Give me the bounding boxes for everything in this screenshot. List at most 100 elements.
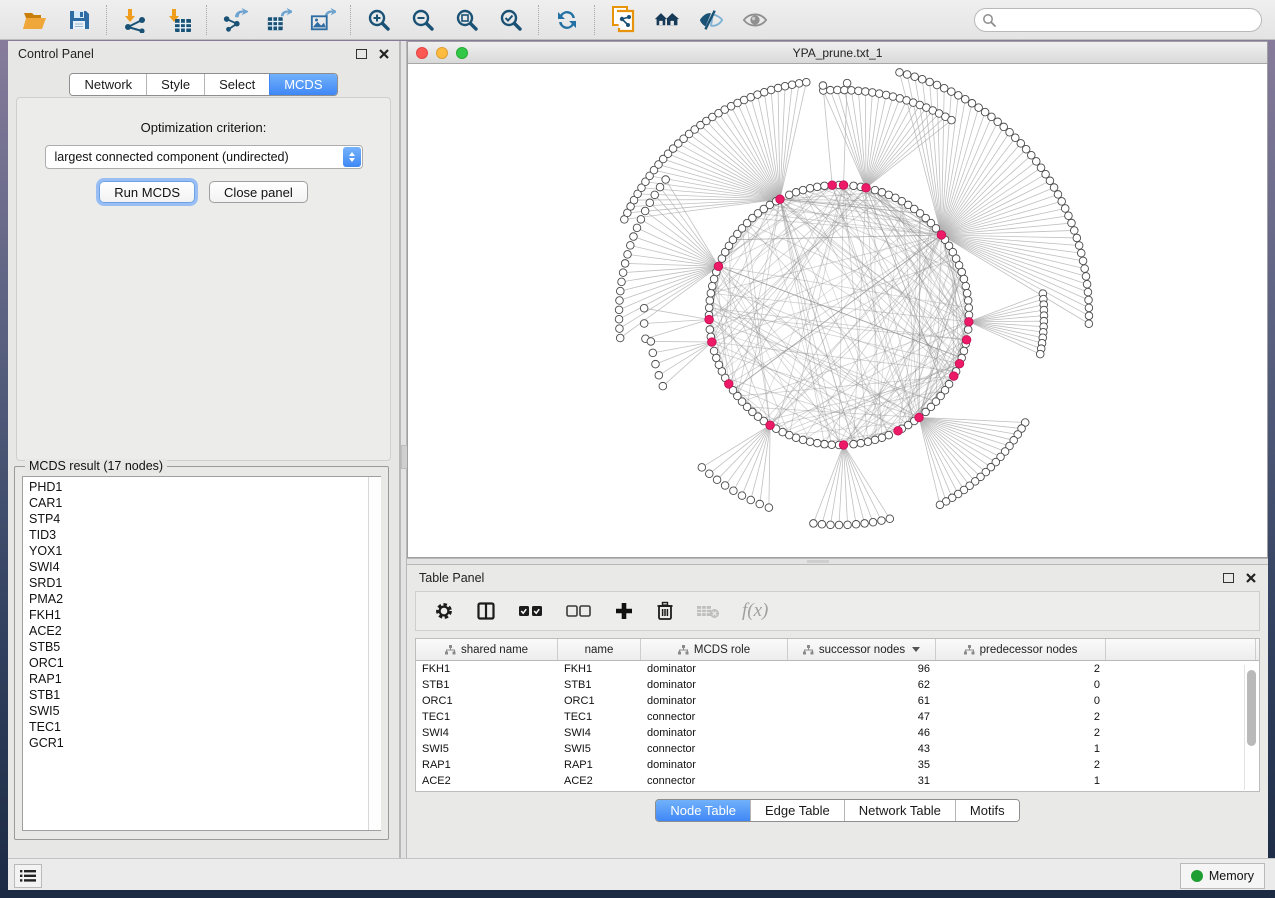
network-node[interactable] bbox=[747, 496, 755, 504]
network-node[interactable] bbox=[1050, 184, 1058, 192]
columns-icon[interactable] bbox=[476, 601, 496, 621]
network-node[interactable] bbox=[756, 500, 764, 508]
mcds-node[interactable] bbox=[949, 372, 958, 381]
network-node[interactable] bbox=[618, 278, 626, 286]
deselect-all-icon[interactable] bbox=[566, 604, 592, 618]
network-window-titlebar[interactable]: YPA_prune.txt_1 bbox=[408, 42, 1267, 64]
network-node[interactable] bbox=[1058, 198, 1066, 206]
network-node[interactable] bbox=[705, 470, 713, 478]
mcds-result-item[interactable]: SWI4 bbox=[29, 559, 380, 575]
run-mcds-button[interactable]: Run MCDS bbox=[99, 181, 195, 203]
network-node[interactable] bbox=[1085, 320, 1093, 328]
network-node[interactable] bbox=[821, 182, 829, 190]
network-node[interactable] bbox=[834, 86, 842, 94]
network-node[interactable] bbox=[806, 438, 814, 446]
network-node[interactable] bbox=[896, 69, 904, 77]
network-node[interactable] bbox=[706, 297, 714, 305]
network-node[interactable] bbox=[1085, 296, 1093, 304]
table-row[interactable]: FKH1FKH1dominator962 bbox=[416, 661, 1259, 677]
mcds-result-item[interactable]: STP4 bbox=[29, 511, 380, 527]
column-header-shared-name[interactable]: shared name bbox=[416, 639, 558, 660]
mcds-node[interactable] bbox=[915, 413, 924, 422]
network-node[interactable] bbox=[1073, 234, 1081, 242]
network-node[interactable] bbox=[655, 371, 663, 379]
table-row[interactable]: ACE2ACE2connector311 bbox=[416, 773, 1259, 789]
network-node[interactable] bbox=[627, 242, 635, 250]
network-node[interactable] bbox=[810, 520, 818, 528]
horizontal-splitter[interactable] bbox=[407, 558, 1268, 565]
mcds-result-item[interactable]: TID3 bbox=[29, 527, 380, 543]
network-node[interactable] bbox=[641, 207, 649, 215]
mcds-node[interactable] bbox=[766, 421, 775, 430]
network-node[interactable] bbox=[882, 91, 890, 99]
mcds-node[interactable] bbox=[955, 359, 964, 368]
network-node[interactable] bbox=[799, 436, 807, 444]
network-node[interactable] bbox=[647, 338, 655, 346]
network-node[interactable] bbox=[792, 188, 800, 196]
network-node[interactable] bbox=[624, 251, 632, 259]
network-node[interactable] bbox=[960, 347, 968, 355]
network-node[interactable] bbox=[861, 520, 869, 528]
column-header-empty[interactable] bbox=[1106, 639, 1256, 660]
mcds-node[interactable] bbox=[839, 181, 848, 190]
network-node[interactable] bbox=[706, 326, 714, 334]
close-panel-icon[interactable] bbox=[379, 49, 389, 59]
table-scrollbar[interactable] bbox=[1244, 665, 1258, 790]
network-node[interactable] bbox=[1079, 257, 1087, 265]
network-canvas[interactable] bbox=[408, 63, 1267, 557]
mcds-node[interactable] bbox=[839, 441, 848, 450]
network-node[interactable] bbox=[936, 501, 944, 509]
mcds-result-item[interactable]: SWI5 bbox=[29, 703, 380, 719]
network-node[interactable] bbox=[1085, 304, 1093, 312]
network-node[interactable] bbox=[633, 224, 641, 232]
network-node[interactable] bbox=[630, 233, 638, 241]
network-node[interactable] bbox=[835, 521, 843, 529]
tab-motifs[interactable]: Motifs bbox=[955, 800, 1019, 821]
network-node[interactable] bbox=[1042, 170, 1050, 178]
mcds-result-list[interactable]: PHD1CAR1STP4TID3YOX1SWI4SRD1PMA2FKH1ACE2… bbox=[22, 476, 381, 831]
network-node[interactable] bbox=[933, 81, 941, 89]
network-node[interactable] bbox=[850, 440, 858, 448]
table-row[interactable]: ORC1ORC1dominator610 bbox=[416, 693, 1259, 709]
network-node[interactable] bbox=[864, 438, 872, 446]
mcds-node[interactable] bbox=[705, 315, 714, 324]
mcds-node[interactable] bbox=[862, 184, 871, 193]
network-node[interactable] bbox=[1082, 273, 1090, 281]
mcds-node[interactable] bbox=[894, 427, 903, 436]
network-node[interactable] bbox=[850, 182, 858, 190]
network-node[interactable] bbox=[878, 517, 886, 525]
network-node[interactable] bbox=[828, 441, 836, 449]
network-node[interactable] bbox=[878, 434, 886, 442]
network-node[interactable] bbox=[637, 216, 645, 224]
network-node[interactable] bbox=[788, 81, 796, 89]
network-node[interactable] bbox=[818, 521, 826, 529]
network-node[interactable] bbox=[1081, 265, 1089, 273]
network-node[interactable] bbox=[1070, 227, 1078, 235]
network-node[interactable] bbox=[656, 183, 664, 191]
network-node[interactable] bbox=[962, 282, 970, 290]
mcds-list-scrollbar[interactable] bbox=[368, 477, 381, 830]
network-node[interactable] bbox=[616, 334, 624, 342]
table-row[interactable]: TEC1TEC1connector472 bbox=[416, 709, 1259, 725]
network-node[interactable] bbox=[698, 464, 706, 472]
tab-select[interactable]: Select bbox=[204, 74, 269, 95]
mcds-result-item[interactable]: SRD1 bbox=[29, 575, 380, 591]
zoom-fit-icon[interactable] bbox=[454, 7, 480, 33]
hide-graphics-details-icon[interactable] bbox=[698, 7, 724, 33]
mcds-node[interactable] bbox=[962, 336, 971, 345]
network-node[interactable] bbox=[710, 275, 718, 283]
table-row[interactable]: RAP1RAP1dominator352 bbox=[416, 757, 1259, 773]
network-node[interactable] bbox=[640, 320, 648, 328]
network-node[interactable] bbox=[1068, 219, 1076, 227]
export-network-icon[interactable] bbox=[222, 7, 248, 33]
network-node[interactable] bbox=[827, 86, 835, 94]
save-session-icon[interactable] bbox=[66, 7, 92, 33]
network-node[interactable] bbox=[968, 100, 976, 108]
network-node[interactable] bbox=[975, 104, 983, 112]
network-node[interactable] bbox=[1037, 164, 1045, 172]
network-node[interactable] bbox=[932, 225, 940, 233]
network-node[interactable] bbox=[911, 73, 919, 81]
network-node[interactable] bbox=[813, 183, 821, 191]
network-node[interactable] bbox=[964, 297, 972, 305]
network-node[interactable] bbox=[649, 349, 657, 357]
